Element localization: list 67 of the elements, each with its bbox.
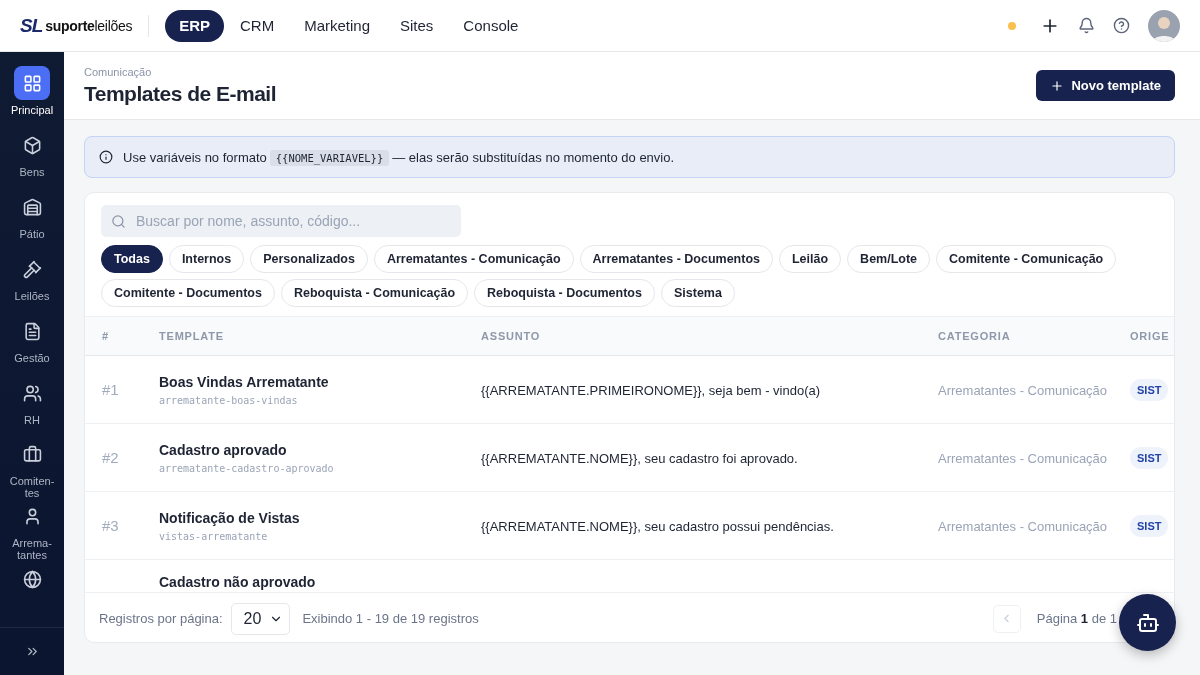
search-field[interactable]: Buscar por nome, assunto, código... [101,205,461,237]
column-header: # [102,330,110,342]
sidebar-item[interactable]: Comiten-tes [0,438,64,500]
category-cell: Arrematantes - Comunicação [938,451,1108,466]
page-title: Templates de E-mail [84,81,276,106]
per-page-select[interactable]: 20 [230,602,291,635]
column-header: CATEGORIA [938,330,1012,342]
column-header: TEMPLATE [159,330,225,342]
filter-chip[interactable]: Leilão [779,245,842,273]
sidebar-item[interactable]: Pátio [0,190,64,252]
filter-chip[interactable]: Comitente - Documentos [101,279,275,307]
row-number: #2 [102,449,119,466]
template-name: Boas Vindas Arrematante [159,373,330,390]
origin-badge: SIST [1130,446,1169,469]
grid-icon [14,66,50,100]
help-icon[interactable] [1113,17,1130,34]
nav-tab[interactable]: CRM [225,9,289,42]
sidebar-item[interactable]: Leilões [0,252,64,314]
column-header: ASSUNTO [481,330,542,342]
filter-chip[interactable]: Bem/Lote [847,245,931,273]
filter-chip[interactable]: Comitente - Comunicação [936,245,1117,273]
filter-chip[interactable]: Reboquista - Documentos [474,279,655,307]
avatar[interactable] [1148,9,1180,42]
filter-chip[interactable]: Internos [168,245,245,273]
logo-text: suporteleilões [45,17,133,34]
template-name: Notificação de Vistas [159,509,301,526]
search-input[interactable]: Buscar por nome, assunto, código... [134,212,451,230]
per-page-label: Registros por página: [99,611,223,626]
search-icon [111,213,126,229]
plus-icon [1050,78,1065,93]
template-code: arrematante-cadastro-aprovado [159,462,335,474]
nav-tab[interactable]: Sites [386,9,448,42]
info-icon [99,150,113,164]
bell-icon[interactable] [1078,17,1095,34]
sidebar-item[interactable]: Bens [0,128,64,190]
info-text: Use variáveis no formato {{NOME_VARIAVEL}} — elas serão substituídas no momento do envio. [123,149,675,165]
template-code: vistas-arrematante [159,530,269,542]
subject-cell: {{ARREMATANTE.PRIMEIRONOME}}, seja bem - vindo(a) [481,383,821,398]
sidebar-item[interactable]: Gestão [0,314,64,376]
subject-cell: {{ARREMATANTE.NOME}}, seu cadastro possui pendências. [481,519,834,534]
nav-tab[interactable]: Marketing [290,9,384,42]
row-number: #1 [102,381,119,398]
filter-chip[interactable]: Arrematantes - Documentos [579,245,773,273]
origin-badge: SIST [1130,514,1169,537]
template-code: arrematante-boas-vindas [159,394,299,406]
logo-mark: SL [20,14,43,37]
nav-tab[interactable]: ERP [165,9,224,42]
showing-text: Exibindo 1 - 19 de 19 registros [302,611,479,626]
nav-tab[interactable]: Console [449,9,533,42]
filter-chip[interactable]: Arrematantes - Comunicação [373,245,574,273]
origin-badge: SIST [1130,378,1169,401]
filter-chip[interactable]: Reboquista - Comunicação [280,279,469,307]
category-cell: Arrematantes - Comunicação [938,519,1108,534]
new-template-button[interactable]: Novo template [1036,70,1175,101]
sidebar-item[interactable]: Arrema-tantes [0,500,64,562]
row-number: #3 [102,517,119,534]
category-cell: Arrematantes - Comunicação [938,383,1108,398]
template-name: Cadastro aprovado [159,441,288,458]
column-header: ORIGE [1130,330,1171,342]
sidebar-item[interactable]: Principal [0,66,64,128]
template-name: Cadastro não aprovado [159,574,317,590]
sidebar-item[interactable]: RH [0,376,64,438]
filter-chip[interactable]: Todas [101,245,163,273]
filter-chip[interactable]: Personalizados [250,245,368,273]
filter-chip[interactable]: Sistema [660,279,735,307]
subject-cell: {{ARREMATANTE.NOME}}, seu cadastro foi aprovado. [481,451,798,466]
page-indicator: Página 1 de 1 [1036,611,1117,626]
